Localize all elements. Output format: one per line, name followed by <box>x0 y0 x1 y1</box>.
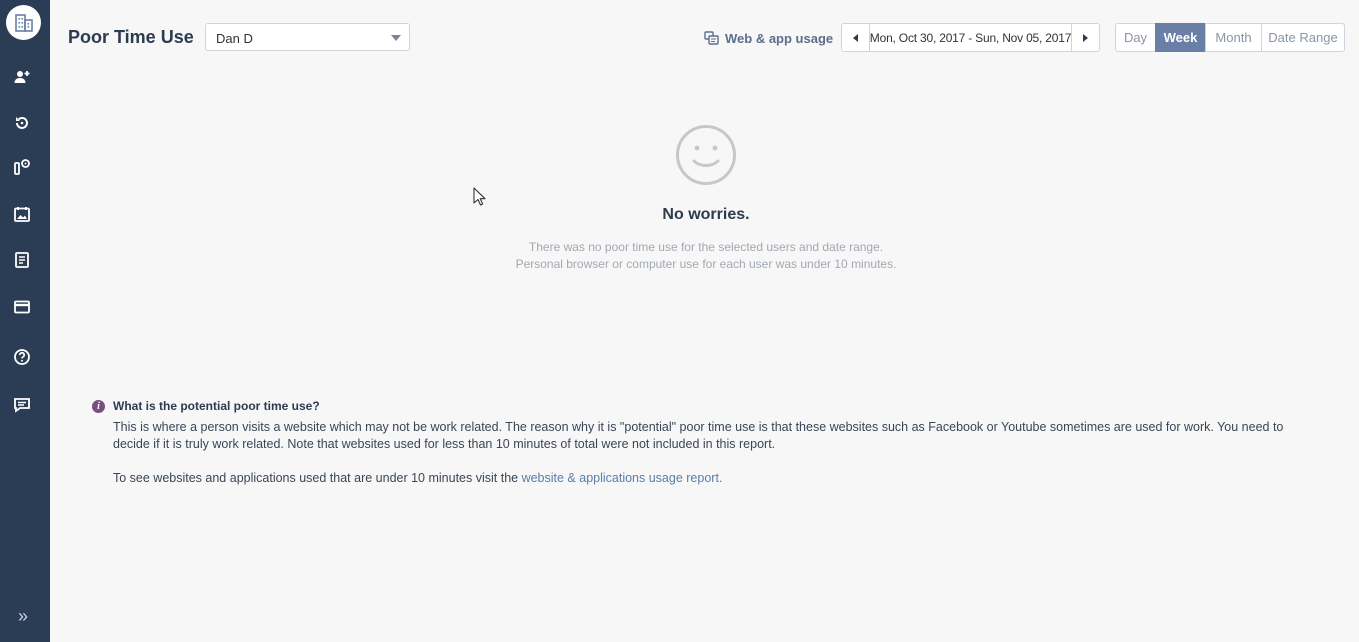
user-select[interactable]: Dan D <box>205 23 410 51</box>
smiley-icon <box>676 125 736 185</box>
info-body: This is where a person visits a website … <box>113 420 1284 451</box>
page-title: Poor Time Use <box>68 27 194 47</box>
speedometer-icon[interactable] <box>12 157 32 177</box>
info-title: What is the potential poor time use? <box>113 399 320 413</box>
user-select-value: Dan D <box>216 31 253 46</box>
date-range-display[interactable]: Mon, Oct 30, 2017 - Sun, Nov 05, 2017 <box>869 23 1071 52</box>
card-icon[interactable] <box>12 297 32 317</box>
date-navigator: Mon, Oct 30, 2017 - Sun, Nov 05, 2017 <box>841 23 1100 52</box>
expand-sidebar-icon[interactable]: » <box>13 606 33 626</box>
chevron-down-icon <box>391 35 401 41</box>
empty-state-line2: Personal browser or computer use for eac… <box>515 257 897 271</box>
web-app-usage-label: Web & app usage <box>725 30 834 46</box>
add-user-icon[interactable] <box>12 67 32 87</box>
usage-report-link[interactable]: website & applications usage report. <box>522 471 723 485</box>
chevron-right-icon <box>1083 33 1089 42</box>
refresh-icon[interactable] <box>12 113 32 133</box>
range-month-button[interactable]: Month <box>1205 23 1262 52</box>
range-selector: Day Week Month Date Range <box>1115 23 1345 52</box>
range-day-button[interactable]: Day <box>1115 23 1156 52</box>
info-icon: i <box>92 400 105 413</box>
empty-state-line1: There was no poor time use for the selec… <box>528 240 884 254</box>
next-period-button[interactable] <box>1071 23 1100 52</box>
building-icon[interactable] <box>6 5 41 40</box>
range-week-button[interactable]: Week <box>1155 23 1206 52</box>
mouse-cursor-icon <box>473 187 486 206</box>
previous-period-button[interactable] <box>841 23 870 52</box>
info-more-prefix: To see websites and applications used th… <box>113 471 522 485</box>
range-date-range-button[interactable]: Date Range <box>1261 23 1345 52</box>
info-more-text: To see websites and applications used th… <box>113 471 722 485</box>
chat-icon[interactable] <box>12 395 32 415</box>
web-app-usage-link[interactable]: Web & app usage <box>704 29 833 47</box>
chevron-left-icon <box>852 33 858 42</box>
empty-state-title: No worries. <box>662 206 750 223</box>
help-icon[interactable] <box>12 347 32 367</box>
web-app-icon <box>704 31 719 45</box>
sidebar: » <box>0 0 50 642</box>
